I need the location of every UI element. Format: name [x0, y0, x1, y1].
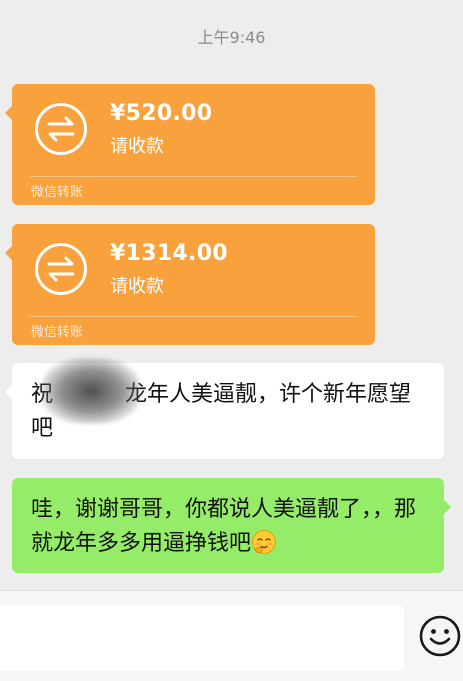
transfer-amount: ¥1314.00 [110, 241, 228, 266]
transfer-status: 请收款 [110, 136, 164, 157]
input-bar [0, 590, 463, 681]
transfer-arrows-icon [35, 243, 87, 295]
outgoing-message-bubble[interactable]: 哇，谢谢哥哥，你都说人美逼靓了，，那就龙年多多用逼挣钱吧 [12, 478, 451, 573]
card-divider [30, 316, 357, 317]
transfer-arrows-icon [35, 103, 87, 155]
message-input[interactable] [0, 605, 404, 671]
smiley-face-icon[interactable] [419, 615, 461, 657]
redaction-blur [42, 358, 140, 424]
message-timestamp: 上午9:46 [197, 28, 266, 47]
outgoing-message-text: 哇，谢谢哥哥，你都说人美逼靓了，，那就龙年多多用逼挣钱吧 [31, 497, 417, 556]
blushing-face-emoji-icon [252, 530, 277, 554]
card-divider [30, 176, 357, 177]
transfer-card[interactable]: ¥1314.00 请收款 微信转账 [5, 224, 375, 345]
transfer-amount: ¥520.00 [110, 101, 213, 126]
transfer-card[interactable]: ¥520.00 请收款 微信转账 [5, 84, 375, 205]
transfer-label: 微信转账 [31, 185, 84, 200]
transfer-label: 微信转账 [31, 325, 84, 340]
transfer-status: 请收款 [110, 276, 164, 297]
